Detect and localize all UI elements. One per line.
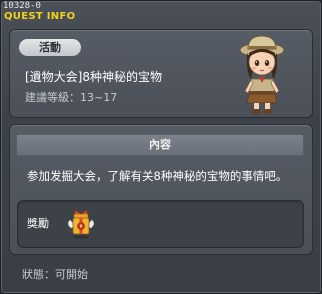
quest-id-label: 10328-0 (3, 1, 41, 11)
quest-description: 参加发掘大会，了解有关8种神秘的宝物的事情吧。 (27, 169, 288, 183)
window-title: QUEST INFO (4, 11, 76, 22)
quest-name: [遺物大会]8种神秘的宝物 (25, 70, 162, 84)
reward-label: 獎勵 (27, 217, 49, 230)
npc-portrait (239, 35, 285, 114)
quest-level: 建議等級：13~17 (25, 91, 118, 104)
category-tag: 活動 (19, 39, 81, 56)
reward-box (17, 200, 304, 248)
content-section-header: 內容 (16, 134, 304, 156)
gift-box-icon[interactable] (66, 206, 96, 240)
quest-status: 狀態：可開始 (22, 268, 88, 281)
